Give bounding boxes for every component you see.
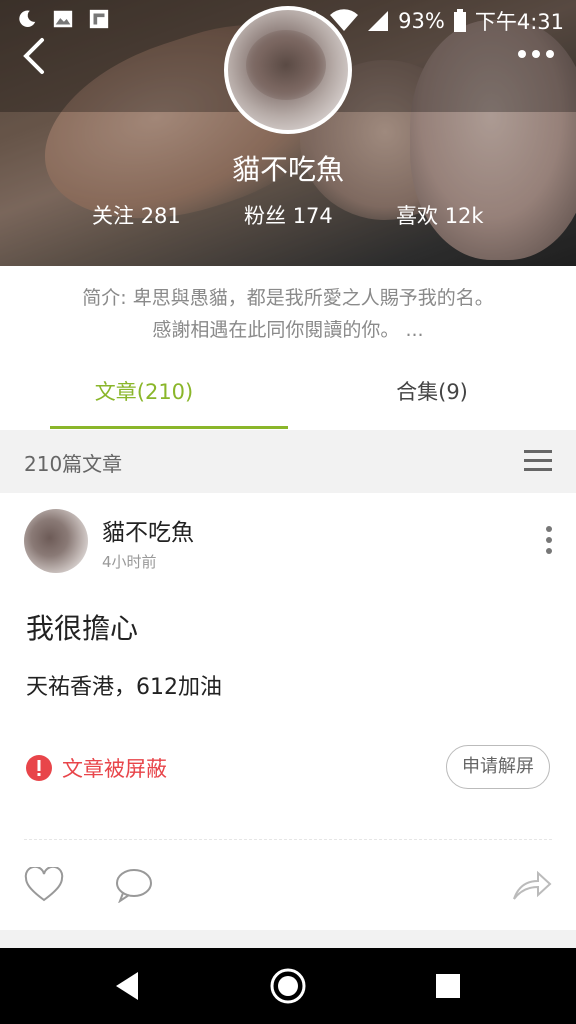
nav-back-icon[interactable] xyxy=(112,970,144,1002)
unblock-button[interactable]: 申请解屏 xyxy=(446,745,550,789)
alert-icon xyxy=(26,755,52,781)
battery-percent: 93% xyxy=(398,9,445,33)
stat-label: 关注 xyxy=(92,204,134,228)
stat-label: 喜欢 xyxy=(396,204,438,228)
nav-recent-icon[interactable] xyxy=(436,974,460,998)
stat-followers[interactable]: 粉丝 174 xyxy=(244,200,333,230)
stat-value: 12k xyxy=(444,204,484,228)
signal-icon xyxy=(368,11,389,31)
flipboard-icon xyxy=(89,9,109,29)
profile-intro[interactable]: 简介: 卑思與愚貓，都是我所愛之人賜予我的名。 感謝相遇在此同你閱讀的你。 ..… xyxy=(0,266,576,356)
stat-value: 174 xyxy=(292,204,333,228)
article-count: 210篇文章 xyxy=(24,452,123,476)
share-icon[interactable] xyxy=(512,867,552,903)
post-time: 4小时前 xyxy=(102,553,157,571)
blocked-notice: 文章被屏蔽 xyxy=(26,753,167,783)
section-header: 210篇文章 xyxy=(0,430,576,493)
tab-indicator xyxy=(50,426,288,429)
intro-line-2: 感謝相遇在此同你閱讀的你。 ... xyxy=(152,319,424,341)
battery-icon xyxy=(453,9,466,32)
stat-label: 粉丝 xyxy=(244,204,286,228)
menu-icon[interactable] xyxy=(524,448,552,474)
intro-line-1: 简介: 卑思與愚貓，都是我所愛之人賜予我的名。 xyxy=(82,287,494,309)
post-title[interactable]: 我很擔心 xyxy=(26,607,138,647)
comment-icon[interactable] xyxy=(114,867,154,903)
moon-icon xyxy=(19,10,36,27)
nav-home-icon[interactable] xyxy=(269,967,307,1005)
image-icon xyxy=(53,10,73,28)
post-card[interactable]: 貓不吃魚 4小时前 我很擔心 天祐香港，612加油 文章被屏蔽 申请解屏 xyxy=(0,493,576,930)
heart-icon[interactable] xyxy=(24,867,64,903)
profile-name: 貓不吃魚 xyxy=(231,153,344,186)
stat-value: 281 xyxy=(140,204,181,228)
tab-bar: 文章(210) 合集(9) xyxy=(0,360,576,430)
avatar-cat-image xyxy=(246,30,326,100)
tab-collections[interactable]: 合集(9) xyxy=(288,376,576,406)
stat-likes[interactable]: 喜欢 12k xyxy=(396,200,484,230)
back-icon[interactable] xyxy=(18,36,52,76)
tab-articles[interactable]: 文章(210) xyxy=(0,376,288,406)
author-name[interactable]: 貓不吃魚 xyxy=(102,513,194,547)
author-avatar[interactable] xyxy=(24,509,88,573)
profile-avatar[interactable] xyxy=(224,6,352,134)
stat-following[interactable]: 关注 281 xyxy=(92,200,181,230)
section-gap xyxy=(0,930,576,948)
blocked-text: 文章被屏蔽 xyxy=(62,757,167,781)
more-icon[interactable] xyxy=(516,42,556,66)
system-nav-bar xyxy=(0,948,576,1024)
kebab-icon[interactable] xyxy=(544,525,554,555)
clock: 下午4:31 xyxy=(474,10,564,34)
divider xyxy=(24,839,552,840)
post-body[interactable]: 天祐香港，612加油 xyxy=(26,669,222,701)
